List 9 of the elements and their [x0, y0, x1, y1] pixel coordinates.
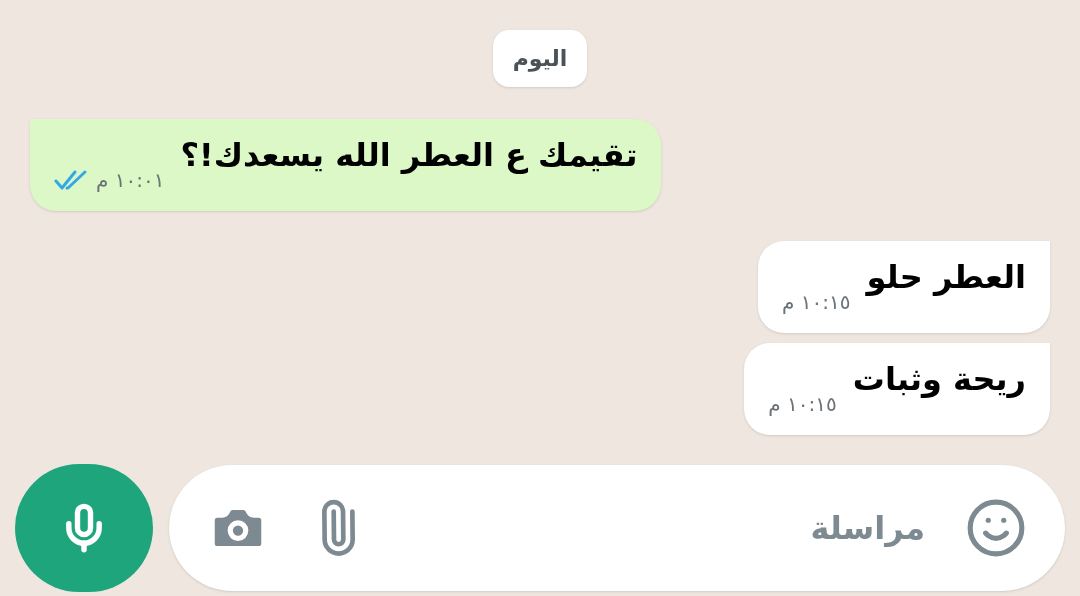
message-time: ١٠:٠١ م	[96, 167, 165, 194]
message-text: تقيمك ع العطر الله يسعدك!؟	[180, 135, 638, 176]
message-input-field[interactable]: مراسلة	[405, 504, 925, 552]
message-time: ١٠:١٥ م	[768, 391, 837, 418]
message-text: العطر حلو	[866, 257, 1026, 298]
emoji-icon[interactable]	[965, 497, 1027, 559]
message-text: ريحة وثبات	[852, 359, 1026, 400]
message-time: ١٠:١٥ م	[782, 289, 851, 316]
date-chip: اليوم	[492, 30, 588, 87]
